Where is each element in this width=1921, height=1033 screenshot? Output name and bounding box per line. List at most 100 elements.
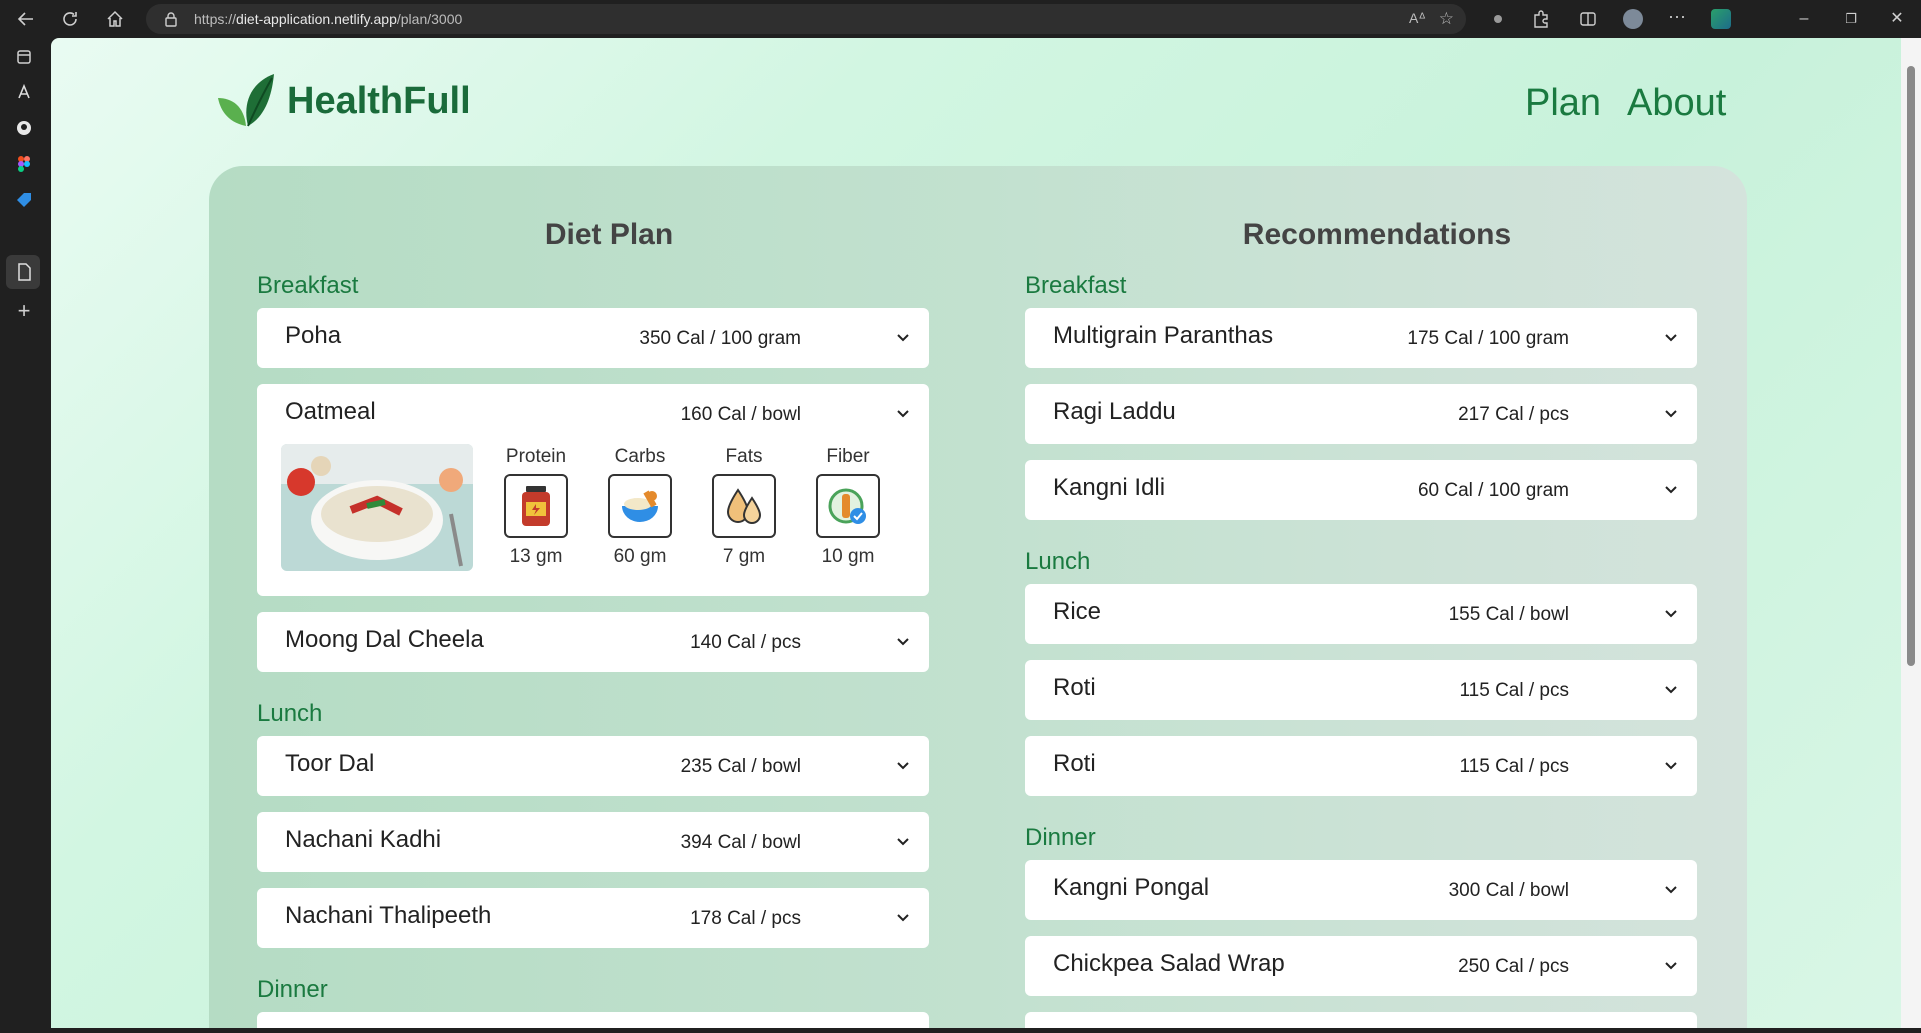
nutrient-label: Fats: [725, 446, 763, 467]
food-name: Kangni Idli: [1053, 474, 1166, 501]
app-a-icon[interactable]: [13, 81, 35, 103]
food-calories: 115 Cal / pcs: [1459, 756, 1569, 777]
rec-food-card-rice[interactable]: Rice 155 Cal / bowl: [1025, 584, 1697, 644]
food-calories: 160 Cal / bowl: [680, 404, 801, 425]
chevron-down-icon[interactable]: [889, 400, 917, 428]
food-calories: 175 Cal / 100 gram: [1407, 328, 1569, 349]
rec-food-card-multigrain-paranthas[interactable]: Multigrain Paranthas 175 Cal / 100 gram: [1025, 308, 1697, 368]
recommendations-title: Recommendations: [1242, 218, 1512, 251]
page-scrollbar[interactable]: [1901, 38, 1921, 1028]
chevron-down-icon[interactable]: [889, 628, 917, 656]
copilot-icon[interactable]: [1711, 9, 1731, 29]
rec-food-card-kangni-idli[interactable]: Kangni Idli 60 Cal / 100 gram: [1025, 460, 1697, 520]
food-name: Kangni Pongal: [1053, 874, 1210, 901]
food-name: Oatmeal: [285, 398, 376, 425]
chevron-down-icon[interactable]: [1657, 476, 1685, 504]
food-calories: 155 Cal / bowl: [1448, 604, 1569, 625]
nutrient-label: Fiber: [826, 446, 870, 467]
chevron-down-icon[interactable]: [889, 752, 917, 780]
diet-food-card-nachani-thalipeeth[interactable]: Nachani Thalipeeth 178 Cal / pcs: [257, 888, 929, 948]
rec-food-card-roti[interactable]: Roti 115 Cal / pcs: [1025, 660, 1697, 720]
food-name: Moong Dal Cheela: [285, 626, 484, 653]
food-name: Chickpea Salad Wrap: [1053, 950, 1285, 977]
food-calories: 178 Cal / pcs: [690, 908, 801, 929]
extensions-puzzle-icon[interactable]: [1531, 9, 1551, 29]
diet-dinner-label: Dinner: [257, 976, 328, 1003]
nutrient-value: 13 gm: [509, 546, 563, 567]
refresh-icon[interactable]: [58, 7, 82, 31]
food-name: Nachani Kadhi: [285, 826, 442, 853]
food-calories: 300 Cal / bowl: [1448, 880, 1569, 901]
food-calories: 60 Cal / 100 gram: [1417, 480, 1569, 501]
chevron-down-icon[interactable]: [1657, 400, 1685, 428]
rec-lunch-label: Lunch: [1025, 548, 1091, 575]
nutrient-label: Carbs: [614, 446, 666, 467]
close-icon[interactable]: ✕: [1886, 8, 1908, 30]
extension-icon[interactable]: [1488, 9, 1508, 29]
chevron-down-icon[interactable]: [1657, 600, 1685, 628]
favorite-star-icon[interactable]: ☆: [1439, 9, 1454, 29]
chevron-down-icon[interactable]: [1657, 952, 1685, 980]
food-calories: 350 Cal / 100 gram: [639, 328, 801, 349]
nutrient-value: 10 gm: [821, 546, 875, 567]
add-icon[interactable]: +: [13, 300, 35, 323]
tag-icon[interactable]: [13, 189, 35, 211]
diet-food-card-oatmeal[interactable]: Oatmeal 160 Cal / bowl Protein 13 gm Car…: [257, 384, 929, 596]
carbs-bowl-icon: [608, 474, 672, 538]
food-name: Rice: [1053, 598, 1102, 625]
rec-breakfast-label: Breakfast: [1025, 272, 1127, 299]
tabs-icon[interactable]: [13, 46, 35, 68]
nutrient-value: 60 gm: [613, 546, 667, 567]
restore-icon[interactable]: ❐: [1840, 8, 1862, 30]
nav-about-link[interactable]: About: [1627, 82, 1726, 125]
food-name: Ragi Laddu: [1053, 398, 1176, 425]
nav-plan-link[interactable]: Plan: [1525, 82, 1601, 125]
browser-sidebar: +: [0, 38, 50, 1033]
food-name: Roti: [1053, 674, 1096, 701]
chevron-down-icon[interactable]: [889, 324, 917, 352]
figma-icon[interactable]: [13, 153, 35, 175]
address-bar[interactable]: https://diet-application.netlify.app/pla…: [146, 4, 1466, 34]
food-calories: 250 Cal / pcs: [1458, 956, 1569, 977]
chevron-down-icon[interactable]: [889, 828, 917, 856]
diet-food-card-dinner-partial[interactable]: [257, 1012, 929, 1028]
diet-food-card-toor-dal[interactable]: Toor Dal 235 Cal / bowl: [257, 736, 929, 796]
split-screen-icon[interactable]: [1578, 9, 1598, 29]
page-viewport: HealthFull Plan About Diet Plan Breakfas…: [51, 38, 1901, 1028]
leaf-logo-icon[interactable]: [216, 72, 278, 130]
minimize-icon[interactable]: –: [1793, 8, 1815, 30]
document-icon[interactable]: [13, 261, 35, 283]
chevron-down-icon[interactable]: [1657, 752, 1685, 780]
diet-breakfast-label: Breakfast: [257, 272, 359, 299]
read-aloud-icon[interactable]: Aᐞ: [1409, 10, 1426, 27]
food-calories: 140 Cal / pcs: [690, 632, 801, 653]
food-name: Nachani Thalipeeth: [285, 902, 492, 929]
rec-food-card-dinner-partial[interactable]: [1025, 1012, 1697, 1028]
scrollbar-thumb[interactable]: [1907, 66, 1915, 666]
food-name: Roti: [1053, 750, 1096, 777]
plan-panel: Diet Plan Breakfast Poha 350 Cal / 100 g…: [209, 166, 1747, 1028]
rec-food-card-ragi-laddu[interactable]: Ragi Laddu 217 Cal / pcs: [1025, 384, 1697, 444]
profile-avatar[interactable]: [1623, 9, 1643, 29]
home-icon[interactable]: [103, 7, 127, 31]
lock-icon: [164, 11, 178, 32]
chevron-down-icon[interactable]: [889, 904, 917, 932]
chevron-down-icon[interactable]: [1657, 876, 1685, 904]
oatmeal-photo: [281, 444, 473, 571]
diet-food-card-moong-dal-cheela[interactable]: Moong Dal Cheela 140 Cal / pcs: [257, 612, 929, 672]
food-name: Toor Dal: [285, 750, 375, 777]
chevron-down-icon[interactable]: [1657, 324, 1685, 352]
chevron-down-icon[interactable]: [1657, 676, 1685, 704]
nutrient-fiber: Fiber 10 gm: [803, 446, 893, 568]
rec-food-card-kangni-pongal[interactable]: Kangni Pongal 300 Cal / bowl: [1025, 860, 1697, 920]
more-menu-icon[interactable]: ···: [1668, 7, 1688, 29]
rec-food-card-roti-2[interactable]: Roti 115 Cal / pcs: [1025, 736, 1697, 796]
nutrient-carbs: Carbs 60 gm: [595, 446, 685, 568]
back-arrow-icon[interactable]: [14, 7, 38, 31]
diet-food-card-poha[interactable]: Poha 350 Cal / 100 gram: [257, 308, 929, 368]
food-calories: 394 Cal / bowl: [680, 832, 801, 853]
diet-food-card-nachani-kadhi[interactable]: Nachani Kadhi 394 Cal / bowl: [257, 812, 929, 872]
github-icon[interactable]: [13, 117, 35, 139]
brand-name[interactable]: HealthFull: [287, 80, 471, 123]
rec-food-card-chickpea-salad-wrap[interactable]: Chickpea Salad Wrap 250 Cal / pcs: [1025, 936, 1697, 996]
